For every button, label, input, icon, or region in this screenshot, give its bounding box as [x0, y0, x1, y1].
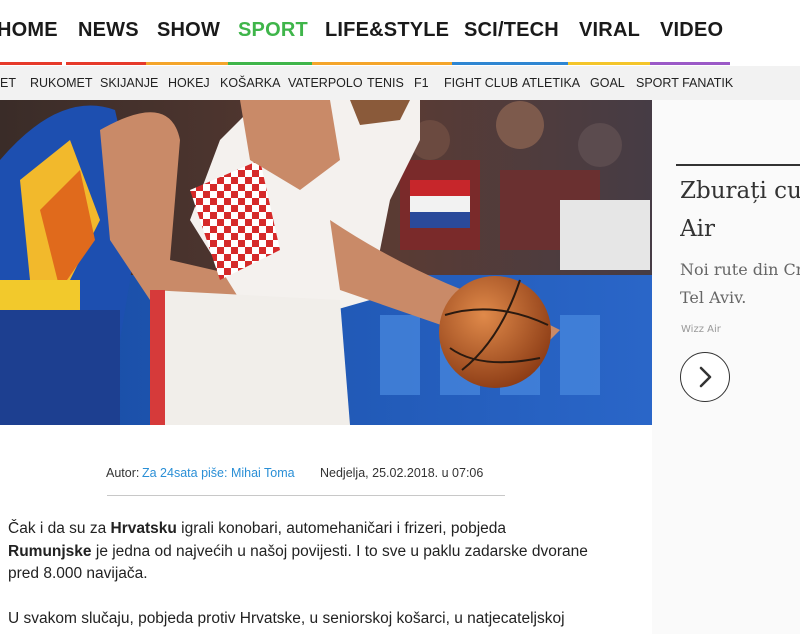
nav-color-bar-sport: [228, 62, 312, 65]
nav-news[interactable]: NEWS: [78, 19, 139, 42]
subnav-item-skijanje[interactable]: SKIJANJE: [100, 76, 158, 90]
article-paragraph-2: U svakom slučaju, pobjeda protiv Hrvatsk…: [8, 610, 565, 627]
article-paragraph-1: Čak i da su za Hrvatsku igrali konobari,…: [8, 518, 588, 586]
nav-color-bar-news: [66, 62, 146, 65]
subnav-item-f1[interactable]: F1: [414, 76, 429, 90]
nav-color-bar-viral: [568, 62, 650, 65]
subnav-item-fight-club[interactable]: FIGHT CLUB: [444, 76, 518, 90]
subnav-item-vaterpolo[interactable]: VATERPOLO: [288, 76, 363, 90]
text-segment: Čak i da su za: [8, 520, 111, 537]
bold-term-croatia: Hrvatsku: [110, 520, 177, 537]
ad-next-button[interactable]: [680, 352, 730, 402]
subnav-item-rukomet[interactable]: RUKOMET: [30, 76, 93, 90]
nav-color-bar-show: [146, 62, 228, 65]
nav-viral[interactable]: VIRAL: [579, 19, 640, 42]
ad-description-line-2: Tel Aviv.: [680, 288, 747, 307]
nav-scitech[interactable]: SCI/TECH: [464, 19, 559, 42]
ad-description-line-1: Noi rute din Cra: [680, 260, 800, 279]
subnav-item-et[interactable]: ET: [0, 76, 16, 90]
ad-title-line-2: Air: [680, 216, 715, 242]
ad-divider: [676, 164, 800, 166]
ad-description: Noi rute din Cra Tel Aviv.: [680, 256, 800, 312]
nav-sport[interactable]: SPORT: [238, 19, 308, 42]
nav-show[interactable]: SHOW: [157, 19, 220, 42]
ad-title[interactable]: Zburați cu Air: [680, 172, 800, 248]
nav-home[interactable]: HOME: [0, 19, 58, 42]
subnav-item-sport-fanatik[interactable]: SPORT FANATIK: [636, 76, 733, 90]
nav-color-bar-lifestyle: [312, 62, 452, 65]
publish-date: Nedjelja, 25.02.2018. u 07:06: [320, 466, 484, 480]
text-segment: je jedna od najvećih u našoj povijesti. …: [8, 542, 588, 583]
subnav-item-atletika[interactable]: ATLETIKA: [522, 76, 580, 90]
nav-lifestyle[interactable]: LIFE&STYLE: [325, 19, 449, 42]
text-segment: igrali konobari, automehaničari i frizer…: [176, 520, 506, 537]
ad-title-line-1: Zburați cu: [680, 178, 800, 204]
article-hero-photo: [0, 100, 652, 425]
nav-color-bar-video: [650, 62, 730, 65]
subnav-item-kosarka[interactable]: KOŠARKA: [220, 76, 280, 90]
nav-color-bar-scitech: [452, 62, 568, 65]
subnav-item-hokej[interactable]: HOKEJ: [168, 76, 210, 90]
meta-divider: [107, 495, 505, 496]
sport-subnavigation: ET RUKOMET SKIJANJE HOKEJ KOŠARKA VATERP…: [0, 66, 800, 101]
subnav-item-goal[interactable]: GOAL: [590, 76, 625, 90]
top-navigation: HOME NEWS SHOW SPORT LIFE&STYLE SCI/TECH…: [0, 0, 800, 64]
chevron-right-icon: [699, 366, 712, 388]
author-label: Autor:: [106, 466, 140, 480]
ad-source: Wizz Air: [681, 324, 721, 335]
nav-color-bar-home: [0, 62, 62, 65]
subnav-item-tenis[interactable]: TENIS: [367, 76, 404, 90]
nav-video[interactable]: VIDEO: [660, 19, 723, 42]
author-link[interactable]: Za 24sata piše: Mihai Toma: [142, 466, 295, 480]
bold-term-romania: Rumunjske: [8, 542, 92, 560]
